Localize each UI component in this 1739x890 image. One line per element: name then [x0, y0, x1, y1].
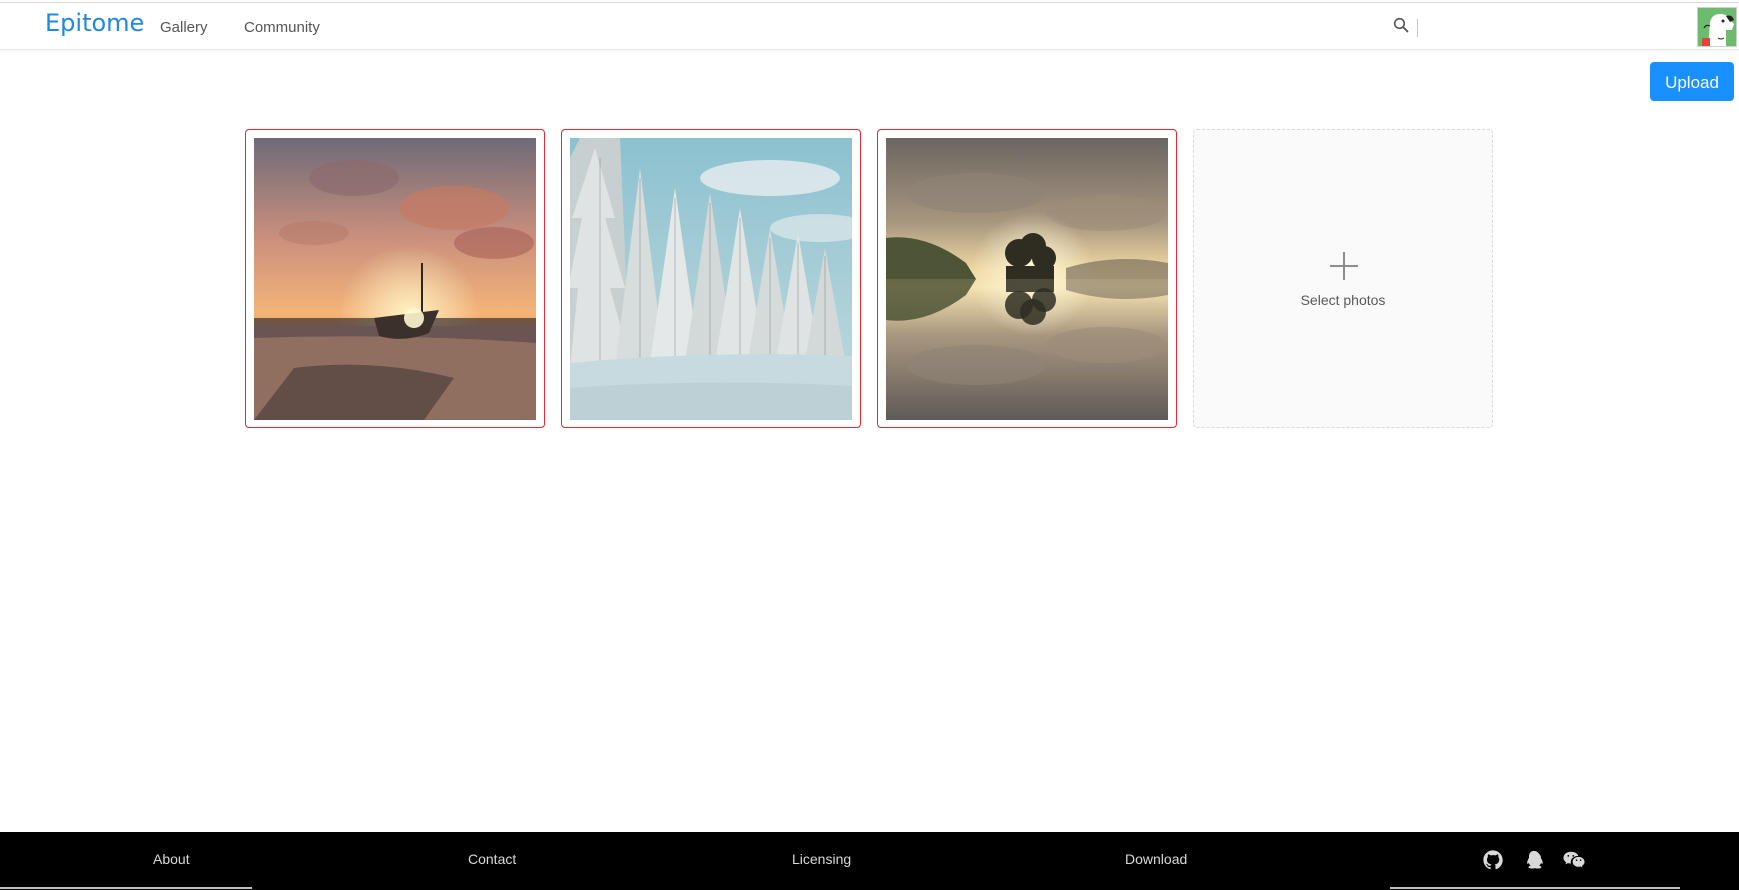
search-icon[interactable] — [1393, 17, 1423, 39]
avatar[interactable] — [1697, 7, 1737, 47]
plus-icon — [1330, 252, 1358, 280]
footer: About Contact Licensing Download — [0, 832, 1739, 890]
github-icon[interactable] — [1482, 849, 1504, 871]
wechat-icon[interactable] — [1562, 849, 1585, 871]
upload-button[interactable]: Upload — [1650, 62, 1734, 101]
top-nav-bar: Epitome Gallery Community — [0, 2, 1739, 50]
page: Epitome Gallery Community Upload Select … — [0, 0, 1739, 890]
select-photos-dropzone[interactable]: Select photos — [1193, 129, 1493, 428]
photo-card-boat-sunset[interactable] — [245, 129, 545, 428]
photo-card-lake-reflection[interactable] — [877, 129, 1177, 428]
select-photos-label: Select photos — [1300, 292, 1386, 308]
brand-logo[interactable]: Epitome — [45, 9, 144, 37]
nav-gallery-link[interactable]: Gallery — [160, 19, 208, 36]
qq-icon[interactable] — [1523, 849, 1545, 871]
nav-community-link[interactable]: Community — [244, 19, 320, 36]
footer-about-link[interactable]: About — [153, 851, 190, 867]
photo-lake-reflection — [886, 138, 1168, 420]
footer-progress-line-left — [0, 887, 252, 889]
photo-card-snowy-forest[interactable] — [561, 129, 861, 428]
photo-snowy-forest — [570, 138, 852, 420]
footer-contact-link[interactable]: Contact — [468, 851, 516, 867]
photo-boat-sunset — [254, 138, 536, 420]
search-input-divider — [1417, 19, 1418, 37]
footer-download-link[interactable]: Download — [1125, 851, 1187, 867]
footer-progress-line-right — [1390, 887, 1680, 889]
footer-licensing-link[interactable]: Licensing — [792, 851, 851, 867]
